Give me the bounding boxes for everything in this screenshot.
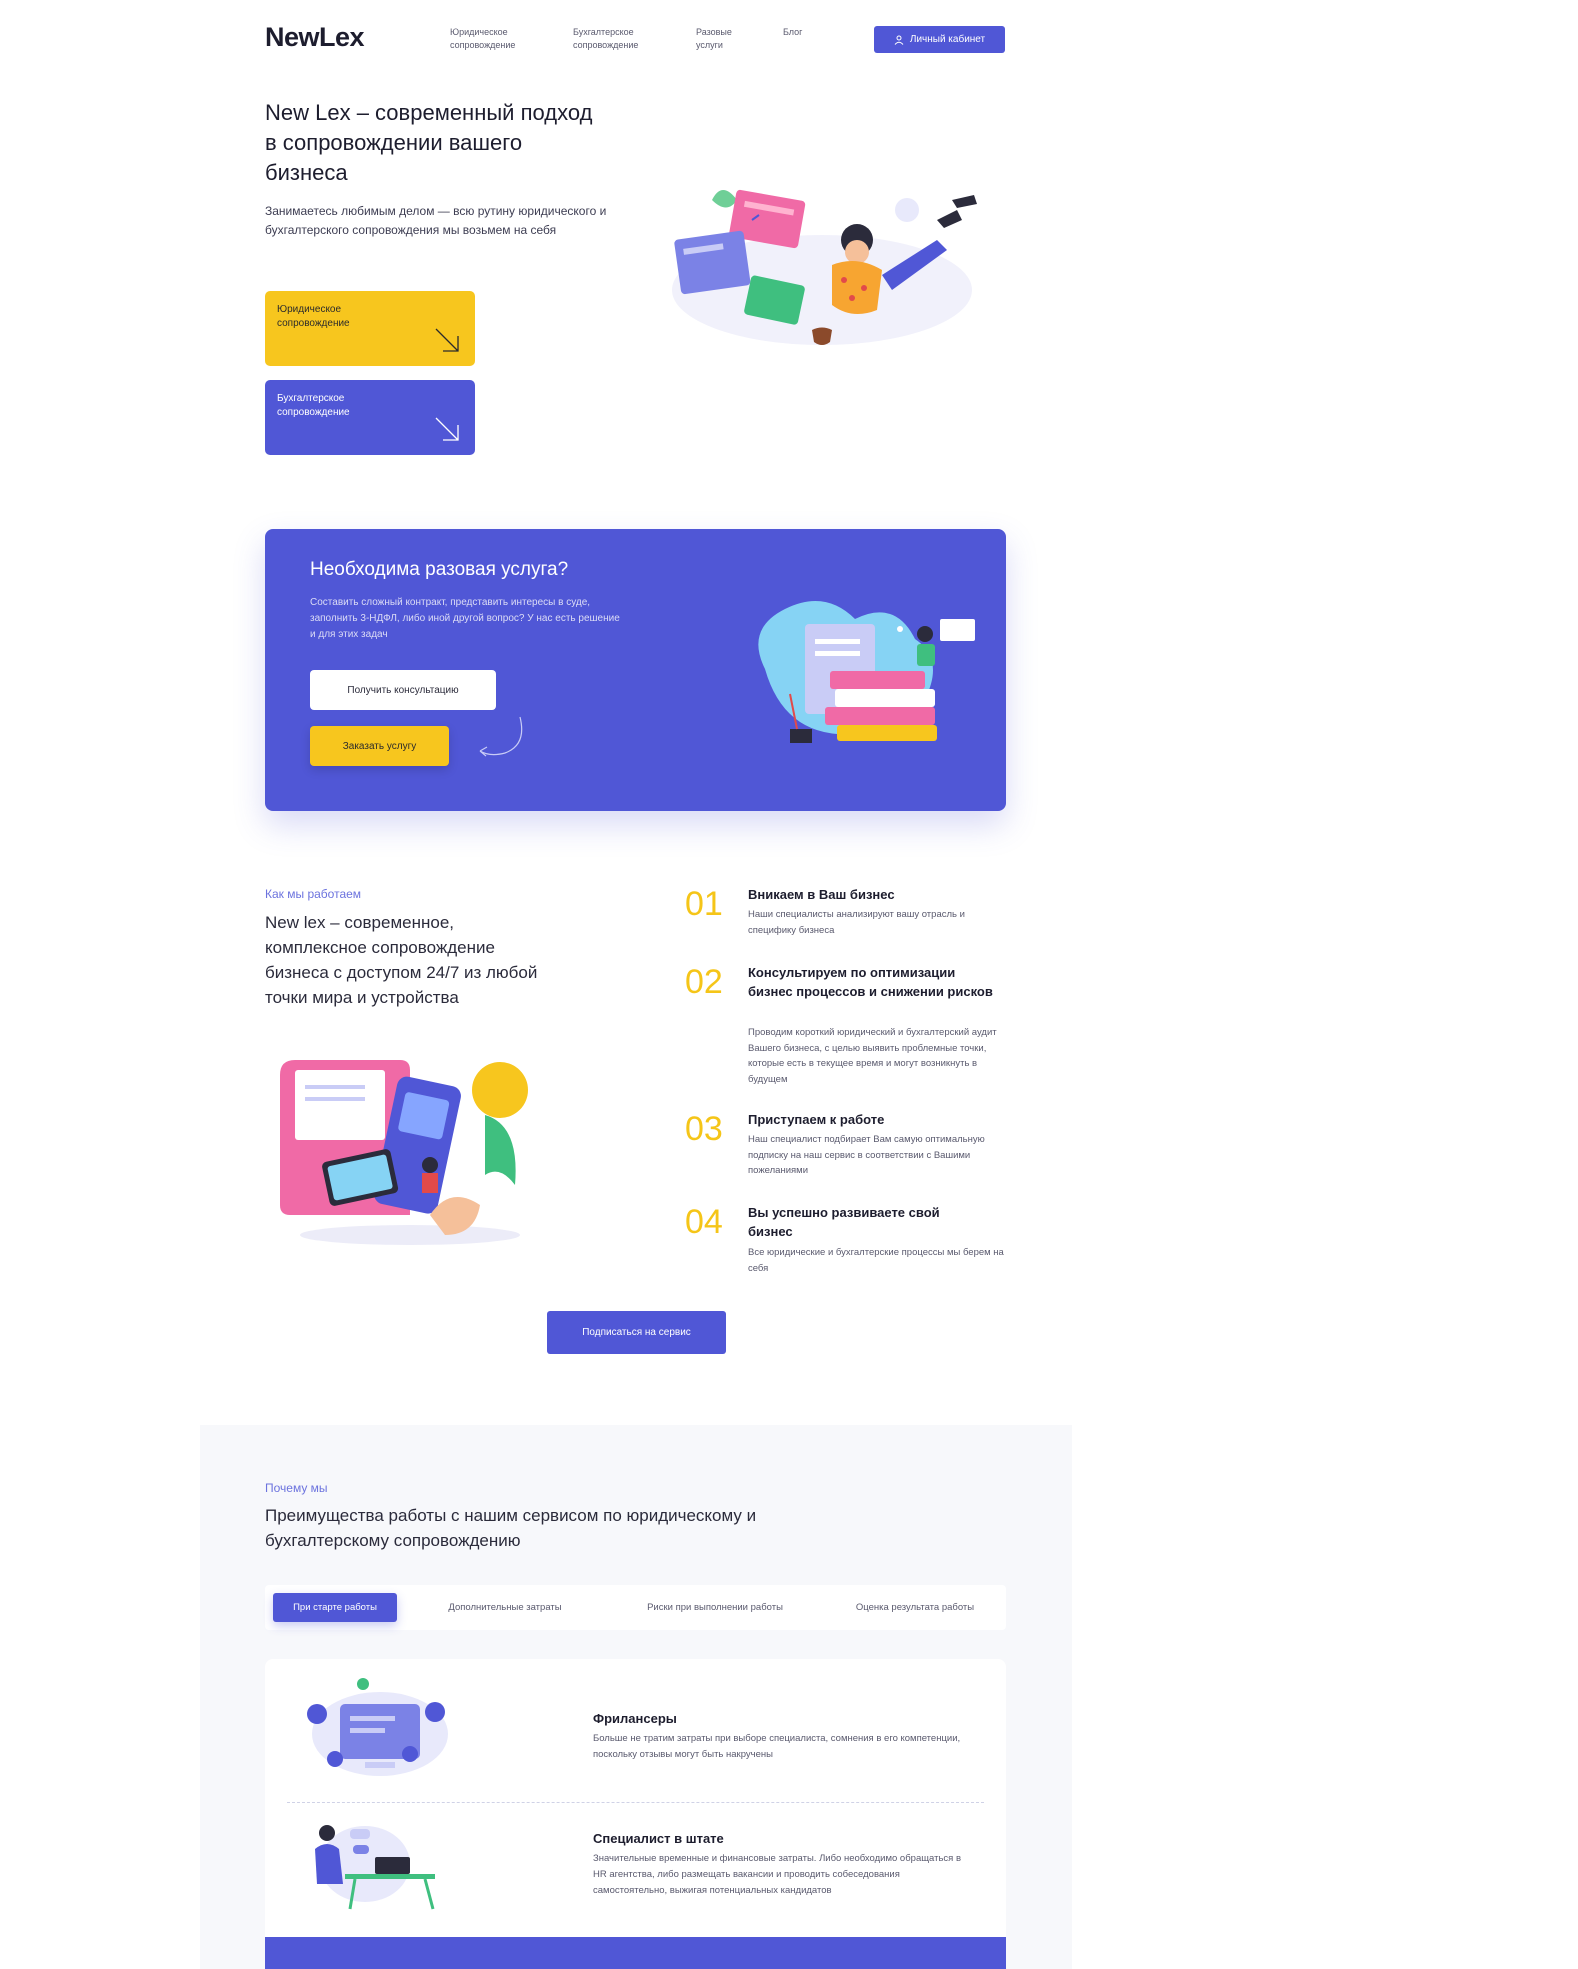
banner-title: Необходима разовая услуга?	[310, 559, 569, 580]
step-text: Наш специалист подбирает Вам самую оптим…	[748, 1134, 985, 1176]
nav-blog[interactable]: Блог	[783, 26, 802, 39]
step-text: Проводим короткий юридический и бухгалте…	[748, 1027, 997, 1085]
how-section-label: Как мы работаем	[265, 887, 362, 901]
accounting-support-card[interactable]: Бухгалтерское сопровождение	[265, 380, 475, 455]
freelancers-text: Больше не тратим затраты при выборе спец…	[593, 1733, 961, 1760]
nav-one-time[interactable]: Разовые услуги	[696, 26, 732, 52]
step-title: Приступаем к работе	[748, 1112, 885, 1127]
advantages-card: Фрилансеры Больше не тратим затраты при …	[265, 1659, 1006, 1969]
staff-specialist-illustration	[315, 1825, 435, 1910]
tab-result[interactable]: Оценка результата работы	[835, 1593, 995, 1622]
divider	[287, 1802, 984, 1803]
step-text: Все юридические и бухгалтерские процессы…	[748, 1247, 1004, 1274]
hero-title: New Lex – современный подход в сопровожд…	[265, 100, 593, 185]
one-time-service-banner: Необходима разовая услуга? Составить сло…	[265, 529, 1006, 811]
bottom-banner	[265, 1937, 1006, 1969]
tab-risks[interactable]: Риски при выполнении работы	[630, 1593, 800, 1622]
step-title: Вы успешно развиваете свой бизнес	[748, 1205, 940, 1239]
nav-legal[interactable]: Юридическое сопровождение	[450, 26, 515, 52]
curl-arrow-icon	[479, 716, 523, 757]
step-4: 04 Вы успешно развиваете свой бизнес Все…	[685, 1203, 1015, 1283]
tab-start[interactable]: При старте работы	[273, 1593, 397, 1622]
legal-support-card[interactable]: Юридическое сопровождение	[265, 291, 475, 366]
arrow-down-right-icon	[435, 328, 459, 352]
step-title: Консультируем по оптимизации бизнес проц…	[748, 965, 993, 999]
step-1: 01 Вникаем в Ваш бизнес Наши специалисты…	[685, 885, 1015, 945]
staff-specialist-title: Специалист в штате	[593, 1831, 724, 1846]
nav-accounting[interactable]: Бухгалтерское сопровождение	[573, 26, 638, 52]
logo[interactable]: NewLex	[262, 22, 365, 53]
personal-account-button[interactable]: Личный кабинет	[874, 26, 1005, 53]
hero-description: Занимаетесь любимым делом — всю рутину ю…	[265, 204, 607, 237]
header: NewLex Юридическое сопровождение Бухгалт…	[262, 18, 1005, 60]
step-number: 02	[685, 963, 723, 1001]
step-number: 01	[685, 885, 723, 923]
step-text: Наши специалисты анализируют вашу отрасл…	[748, 909, 965, 936]
arrow-down-right-icon	[435, 417, 459, 441]
hero-illustration	[672, 189, 977, 345]
user-icon	[894, 35, 904, 45]
staff-specialist-text: Значительные временные и финансовые затр…	[593, 1853, 961, 1896]
banner-text: Составить сложный контракт, представить …	[310, 597, 620, 640]
books-illustration	[758, 601, 975, 743]
step-2: 02 Консультируем по оптимизации бизнес п…	[685, 963, 1015, 1093]
how-section-title: New lex – современное, комплексное сопро…	[265, 913, 538, 1007]
order-service-button[interactable]: Заказать услугу	[310, 726, 449, 766]
folder-phone-illustration	[280, 1060, 528, 1245]
step-3: 03 Приступаем к работе Наш специалист по…	[685, 1110, 1015, 1190]
freelancers-illustration	[307, 1678, 448, 1776]
subscribe-button[interactable]: Подписаться на сервис	[547, 1311, 726, 1354]
freelancers-title: Фрилансеры	[593, 1711, 677, 1726]
advantages-tabs: При старте работы Дополнительные затраты…	[265, 1585, 1006, 1630]
step-title: Вникаем в Ваш бизнес	[748, 887, 895, 902]
why-section-label: Почему мы	[265, 1481, 328, 1495]
tab-extra-costs[interactable]: Дополнительные затраты	[430, 1593, 580, 1622]
step-number: 03	[685, 1110, 723, 1148]
why-section-title: Преимущества работы с нашим сервисом по …	[265, 1506, 757, 1550]
step-number: 04	[685, 1203, 723, 1241]
get-consultation-button[interactable]: Получить консультацию	[310, 670, 496, 710]
logo-text: NewLex	[265, 22, 365, 52]
personal-account-label: Личный кабинет	[909, 34, 986, 45]
